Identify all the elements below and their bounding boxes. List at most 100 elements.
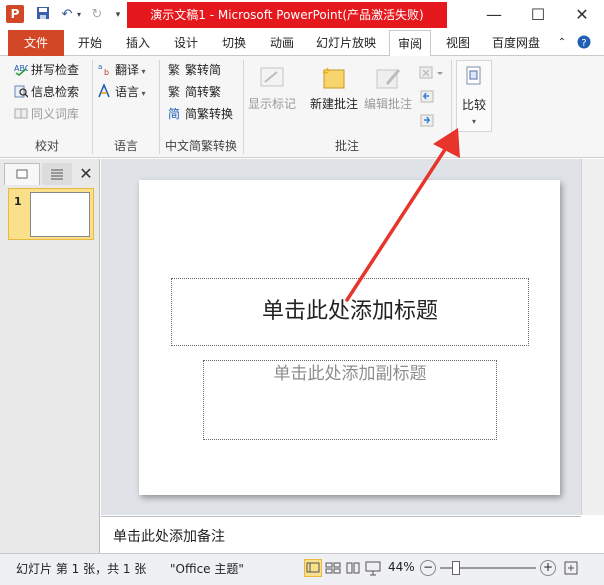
simplified-to-traditional-label: 简转繁 [185, 85, 222, 99]
thesaurus-button[interactable]: 同义词库 [14, 106, 79, 122]
tab-transitions[interactable]: 切换 [214, 30, 254, 56]
outline-tab-icon[interactable] [42, 163, 72, 185]
theme-name: "Office 主题" [170, 562, 244, 576]
tab-file[interactable]: 文件 [8, 30, 64, 56]
tab-view[interactable]: 视图 [438, 30, 478, 56]
slideshow-view-icon[interactable] [364, 559, 382, 577]
previous-comment-icon[interactable] [418, 88, 436, 106]
redo-icon[interactable]: ↻ [88, 6, 106, 24]
save-icon[interactable] [34, 6, 52, 24]
tab-design[interactable]: 设计 [166, 30, 206, 56]
thesaurus-icon [14, 106, 28, 120]
traditional-to-simplified-button[interactable]: 繁繁转简 [168, 62, 221, 78]
title-placeholder[interactable]: 单击此处添加标题 [171, 278, 529, 346]
edit-comment-icon [373, 64, 403, 92]
reading-view-icon[interactable] [344, 559, 362, 577]
maximize-button[interactable]: ☐ [516, 0, 560, 30]
group-separator [451, 60, 452, 154]
translate-button[interactable]: a b 翻译 ▾ [98, 62, 146, 80]
chinese-conversion-icon: 简 [168, 106, 182, 121]
status-bar: 幻灯片 第 1 张，共 1 张 "Office 主题" 44% − + [0, 553, 604, 585]
svg-text:?: ? [581, 38, 586, 49]
thesaurus-label: 同义词库 [31, 107, 80, 121]
svg-text:繁: 繁 [168, 62, 180, 76]
chinese-conversion-button[interactable]: 简简繁转换 [168, 106, 233, 122]
close-button[interactable]: ✕ [560, 0, 604, 30]
svg-text:b: b [104, 68, 109, 76]
powerpoint-app-icon[interactable]: P [6, 5, 24, 23]
slide-counter: 幻灯片 第 1 张，共 1 张 [16, 562, 147, 576]
tab-review[interactable]: 审阅 [389, 30, 431, 57]
tab-slideshow[interactable]: 幻灯片放映 [308, 30, 384, 56]
tab-insert[interactable]: 插入 [118, 30, 158, 56]
research-button[interactable]: 信息检索 [14, 84, 79, 100]
slide-sorter-icon[interactable] [324, 559, 342, 577]
normal-view-icon[interactable] [304, 559, 322, 577]
zoom-level[interactable]: 44% [388, 560, 415, 574]
notes-placeholder[interactable]: 单击此处添加备注 [113, 526, 225, 546]
compare-label: 比较 [461, 98, 486, 112]
spell-check-button[interactable]: ABC 拼写检查 [14, 62, 79, 78]
svg-text:简: 简 [168, 107, 180, 120]
zoom-in-icon[interactable]: + [540, 560, 556, 576]
svg-text:繁: 繁 [168, 84, 180, 98]
research-label: 信息检索 [31, 85, 80, 99]
tab-home[interactable]: 开始 [70, 30, 110, 56]
tab-baidu-netdisk[interactable]: 百度网盘 [484, 30, 548, 56]
new-comment-button[interactable]: 新建批注 [308, 60, 360, 120]
slide-canvas[interactable]: 单击此处添加标题 单击此处添加副标题 [139, 180, 560, 495]
research-icon [14, 84, 29, 98]
language-icon [98, 82, 112, 98]
group-label-chinese-conversion: 中文简繁转换 [164, 139, 237, 153]
help-icon[interactable]: ? [574, 30, 594, 56]
group-label-language: 语言 [113, 139, 138, 153]
compare-button[interactable]: 比较 ▾ [456, 60, 492, 132]
language-label: 语言 [115, 85, 140, 99]
show-markup-icon [257, 64, 287, 92]
edit-comment-label: 编辑批注 [363, 97, 412, 111]
close-pane-icon[interactable]: ✕ [76, 163, 96, 185]
spell-check-label: 拼写检查 [31, 63, 80, 77]
translate-label: 翻译 [115, 63, 140, 77]
title-bar: P ↶ ▾ ↻ ▾ 演示文稿1 - Microsoft PowerPoint(产… [0, 0, 604, 30]
svg-text:ABC: ABC [14, 64, 28, 73]
spell-check-icon: ABC [14, 62, 31, 77]
traditional-to-simplified-icon: 繁 [168, 62, 182, 77]
notes-pane[interactable]: 单击此处添加备注 [101, 516, 581, 552]
zoom-slider-thumb[interactable] [452, 561, 460, 575]
delete-comment-icon[interactable] [418, 64, 444, 82]
next-comment-icon[interactable] [418, 112, 436, 130]
zoom-out-icon[interactable]: − [420, 560, 436, 576]
undo-dropdown-icon[interactable]: ▾ [74, 6, 84, 24]
minimize-ribbon-icon[interactable]: ⌃ [554, 30, 570, 56]
slide-thumbnail[interactable] [30, 192, 90, 237]
new-comment-icon [319, 64, 349, 92]
window-title: 演示文稿1 - Microsoft PowerPoint(产品激活失败) [127, 2, 447, 28]
simplified-to-traditional-icon: 繁 [168, 84, 182, 99]
tab-animations[interactable]: 动画 [262, 30, 302, 56]
slides-tab-icon[interactable] [4, 163, 40, 185]
svg-text:a: a [98, 63, 102, 71]
simplified-to-traditional-button[interactable]: 繁简转繁 [168, 84, 221, 100]
slides-pane: ✕ 1 [0, 159, 100, 553]
ribbon-review: ABC 拼写检查 信息检索 同义词库 校对 a b 翻译 ▾ 语言 ▾ 语言 繁繁转简… [0, 56, 604, 158]
ribbon-tabs: 文件 开始 插入 设计 切换 动画 幻灯片放映 审阅 视图 百度网盘 ⌃ ? [0, 30, 604, 57]
minimize-button[interactable]: — [472, 0, 516, 30]
vertical-scrollbar[interactable] [581, 159, 604, 515]
fit-to-window-icon[interactable] [562, 559, 580, 577]
show-markup-button[interactable]: 显示标记 [247, 60, 297, 120]
group-label-proofing: 校对 [34, 139, 59, 153]
group-label-comments: 批注 [334, 139, 359, 153]
slide-number: 1 [14, 195, 22, 208]
language-button[interactable]: 语言 ▾ [98, 82, 146, 102]
new-comment-label: 新建批注 [309, 97, 358, 111]
edit-comment-button[interactable]: 编辑批注 [362, 60, 414, 120]
translate-icon: ab [98, 62, 112, 77]
compare-dropdown-icon: ▾ [471, 117, 476, 126]
traditional-to-simplified-label: 繁转简 [185, 63, 222, 77]
show-markup-label: 显示标记 [247, 97, 296, 111]
subtitle-placeholder[interactable]: 单击此处添加副标题 [203, 360, 497, 440]
compare-icon [462, 65, 486, 89]
chinese-conversion-label: 简繁转换 [185, 107, 234, 121]
customize-qat-icon[interactable]: ▾ [112, 6, 124, 24]
